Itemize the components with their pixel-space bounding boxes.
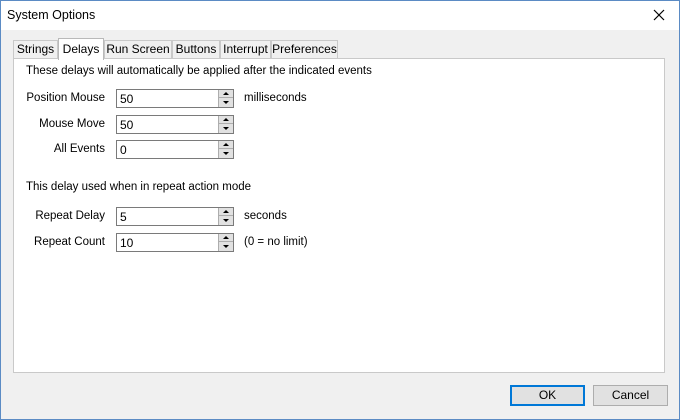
tab-preferences[interactable]: Preferences (271, 40, 338, 58)
window-title: System Options (7, 8, 96, 22)
repeat-count-label: Repeat Count (34, 236, 105, 248)
all-events-down-arrow-icon[interactable] (218, 149, 233, 158)
close-button[interactable] (639, 1, 679, 30)
title-bar: System Options (1, 1, 679, 30)
all-events-spinner (116, 140, 234, 159)
close-icon (653, 9, 665, 21)
tab-interrupt[interactable]: Interrupt (220, 40, 271, 58)
mouse-move-spinner (116, 115, 234, 134)
all-events-up-arrow-icon[interactable] (218, 141, 233, 149)
tab-buttons[interactable]: Buttons (172, 40, 220, 58)
tab-delays[interactable]: Delays (58, 38, 104, 60)
repeat-count-down-arrow-icon[interactable] (218, 242, 233, 251)
repeat-count-note: (0 = no limit) (244, 236, 308, 248)
position-mouse-input[interactable] (117, 90, 220, 107)
repeat-delay-spinner (116, 207, 234, 226)
tab-run-screen[interactable]: Run Screen (104, 40, 172, 58)
tab-strings[interactable]: Strings (13, 40, 58, 58)
repeat-count-up-arrow-icon[interactable] (218, 234, 233, 242)
position-mouse-spinner (116, 89, 234, 108)
mouse-move-input[interactable] (117, 116, 220, 133)
repeat-delay-label: Repeat Delay (35, 210, 105, 222)
position-mouse-label: Position Mouse (26, 92, 105, 104)
repeat-count-spinner (116, 233, 234, 252)
cancel-button[interactable]: Cancel (593, 385, 668, 406)
mouse-move-up-arrow-icon[interactable] (218, 116, 233, 124)
repeat-delay-up-arrow-icon[interactable] (218, 208, 233, 216)
repeat-intro-text: This delay used when in repeat action mo… (26, 181, 252, 193)
repeat-delay-down-arrow-icon[interactable] (218, 216, 233, 225)
position-mouse-down-arrow-icon[interactable] (218, 98, 233, 107)
delays-intro-text: These delays will automatically be appli… (26, 65, 372, 77)
all-events-input[interactable] (117, 141, 220, 158)
mouse-move-label: Mouse Move (39, 118, 105, 130)
position-mouse-up-arrow-icon[interactable] (218, 90, 233, 98)
ok-button[interactable]: OK (510, 385, 585, 406)
repeat-delay-unit: seconds (244, 210, 287, 222)
repeat-delay-input[interactable] (117, 208, 220, 225)
repeat-count-input[interactable] (117, 234, 220, 251)
position-mouse-unit: milliseconds (244, 92, 307, 104)
all-events-label: All Events (53, 143, 105, 155)
mouse-move-down-arrow-icon[interactable] (218, 124, 233, 133)
delays-panel (13, 58, 665, 373)
